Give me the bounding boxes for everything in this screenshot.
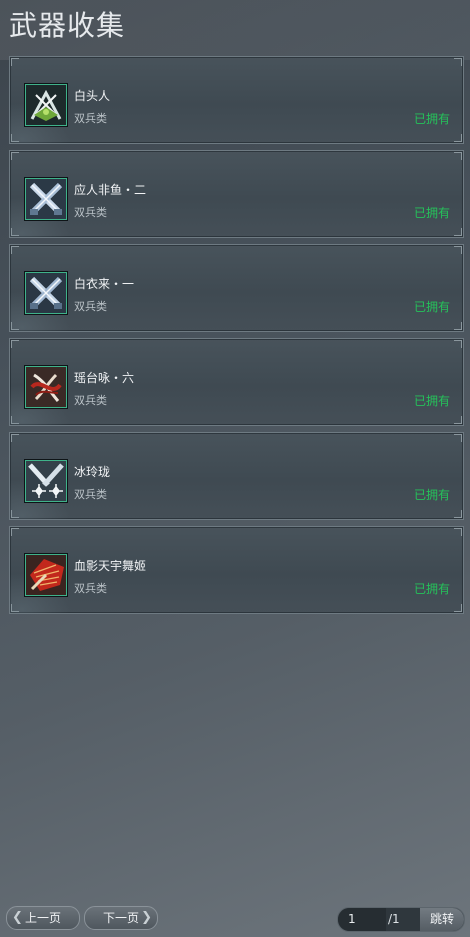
frost-star-blades-icon xyxy=(25,460,67,502)
crossed-twin-blades-icon xyxy=(25,178,67,220)
red-fan-blades-icon xyxy=(25,554,67,596)
corner-decoration xyxy=(454,58,462,66)
jump-button[interactable]: 跳转 xyxy=(420,908,464,931)
chevron-left-icon: ❮ xyxy=(12,910,23,925)
weapon-type: 双兵类 xyxy=(74,488,107,501)
weapon-card[interactable]: 瑶台咏・六 双兵类 已拥有 xyxy=(9,338,464,426)
weapon-name: 应人非鱼・二 xyxy=(74,183,147,197)
weapon-name: 瑶台咏・六 xyxy=(74,371,135,385)
corner-decoration xyxy=(454,134,462,142)
corner-decoration xyxy=(454,322,462,330)
corner-decoration xyxy=(11,434,19,442)
owned-status: 已拥有 xyxy=(413,112,450,126)
corner-decoration xyxy=(11,340,19,348)
prev-page-label: 上一页 xyxy=(24,911,61,925)
weapon-list: 白头人 双兵类 已拥有 应人非鱼・二 双兵类 已拥有 白衣来・一 双兵类 已拥有… xyxy=(9,56,464,620)
weapon-type: 双兵类 xyxy=(74,206,107,219)
corner-decoration xyxy=(454,510,462,518)
corner-decoration xyxy=(11,58,19,66)
weapon-card[interactable]: 冰玲珑 双兵类 已拥有 xyxy=(9,432,464,520)
weapon-name: 白衣来・一 xyxy=(74,277,135,291)
corner-decoration xyxy=(454,528,462,536)
owned-status: 已拥有 xyxy=(413,206,450,220)
owned-status: 已拥有 xyxy=(413,488,450,502)
weapon-type: 双兵类 xyxy=(74,300,107,313)
weapon-type: 双兵类 xyxy=(74,582,107,595)
weapon-card[interactable]: 白头人 双兵类 已拥有 xyxy=(9,56,464,144)
prev-page-button[interactable]: ❮ 上一页 xyxy=(6,906,80,930)
corner-decoration xyxy=(454,228,462,236)
corner-decoration xyxy=(454,434,462,442)
weapon-type: 双兵类 xyxy=(74,112,107,125)
weapon-type: 双兵类 xyxy=(74,394,107,407)
page-title: 武器收集 xyxy=(9,9,126,42)
weapon-card[interactable]: 白衣来・一 双兵类 已拥有 xyxy=(9,244,464,332)
owned-status: 已拥有 xyxy=(413,300,450,314)
corner-decoration xyxy=(11,246,19,254)
next-page-button[interactable]: 下一页 ❯ xyxy=(84,906,158,930)
weapon-card[interactable]: 血影天宇舞姬 双兵类 已拥有 xyxy=(9,526,464,614)
corner-decoration xyxy=(454,246,462,254)
weapon-card[interactable]: 应人非鱼・二 双兵类 已拥有 xyxy=(9,150,464,238)
chevron-right-icon: ❯ xyxy=(141,910,152,925)
weapon-name: 冰玲珑 xyxy=(74,465,111,479)
page-jump-control: 1 /1 跳转 xyxy=(337,907,465,932)
corner-decoration xyxy=(454,604,462,612)
corner-decoration xyxy=(454,152,462,160)
total-pages: /1 xyxy=(388,912,400,926)
corner-decoration xyxy=(454,416,462,424)
crossed-twin-blades-icon xyxy=(25,272,67,314)
corner-decoration xyxy=(454,340,462,348)
red-ribbon-blades-icon xyxy=(25,366,67,408)
weapon-name: 血影天宇舞姬 xyxy=(74,559,147,573)
corner-decoration xyxy=(11,528,19,536)
crossed-blades-emblem-icon xyxy=(25,84,67,126)
corner-decoration xyxy=(11,152,19,160)
next-page-label: 下一页 xyxy=(102,911,139,925)
owned-status: 已拥有 xyxy=(413,582,450,596)
weapon-name: 白头人 xyxy=(74,89,111,103)
owned-status: 已拥有 xyxy=(413,394,450,408)
page-number-input[interactable]: 1 xyxy=(338,908,386,931)
